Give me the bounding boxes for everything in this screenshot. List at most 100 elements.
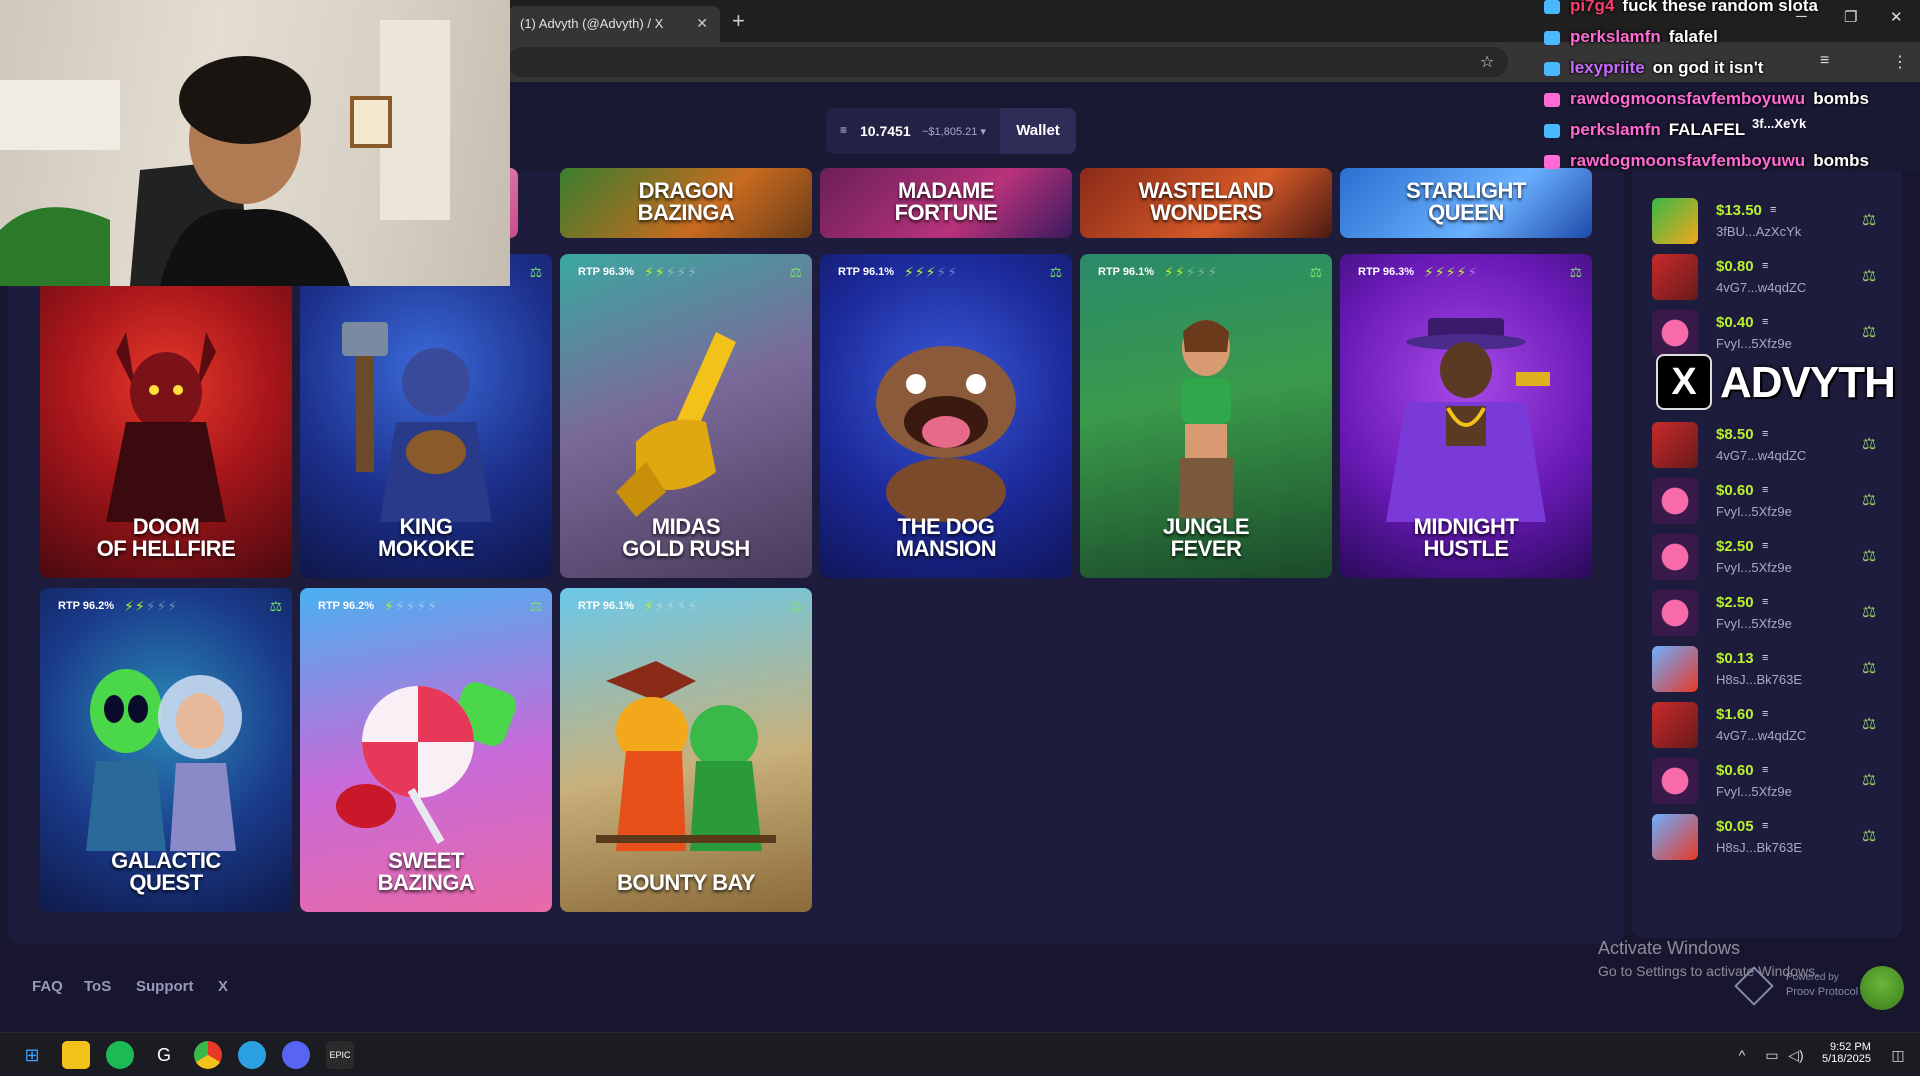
bet-row[interactable]: $0.40 ≡ FvyI...5Xfz9e ⚖ xyxy=(1652,308,1892,358)
fairness-icon[interactable]: ⚖ xyxy=(1862,490,1876,510)
windows-start-icon[interactable]: ⊞ xyxy=(18,1041,46,1069)
volatility-bolt-icon: ⚡ xyxy=(665,264,677,280)
volatility-bolt-icon: ⚡ xyxy=(665,598,677,614)
browser-tab[interactable]: (1) Advyth (@Advyth) / X ✕ xyxy=(508,6,720,42)
game-title: MADAME FORTUNE xyxy=(894,178,998,225)
file-explorer-icon[interactable] xyxy=(62,1041,90,1069)
bet-row[interactable]: $2.50 ≡ FvyI...5Xfz9e ⚖ xyxy=(1652,588,1892,638)
bet-row[interactable]: $13.50 ≡ 3fBU...AzXcYk ⚖ xyxy=(1652,196,1892,246)
bet-amount: $0.60 xyxy=(1716,762,1754,779)
footer-link-support[interactable]: Support xyxy=(136,978,194,995)
volatility-bolt-icon: ⚡ xyxy=(676,598,688,614)
spotify-icon[interactable] xyxy=(106,1041,134,1069)
powered-by-name: Proov Protocol xyxy=(1786,986,1859,998)
bet-user: FvyI...5Xfz9e xyxy=(1716,336,1792,351)
bet-user: 4vG7...w4qdZC xyxy=(1716,448,1807,463)
wallet-button[interactable]: Wallet xyxy=(1000,108,1076,154)
game-card-wasteland-wonders[interactable]: WASTELAND WONDERS xyxy=(1080,168,1332,238)
game-card-midas-gold-rush[interactable]: RTP 96.3% ⚡⚡⚡⚡⚡ ⚖ MIDAS GOLD RUSH xyxy=(560,254,812,578)
app-icon[interactable]: G xyxy=(150,1041,178,1069)
footer-link-tos[interactable]: ToS xyxy=(84,978,111,995)
chat-badge-icon xyxy=(1544,123,1560,138)
game-title: STARLIGHT QUEEN xyxy=(1406,178,1526,225)
volatility-rating: ⚡⚡⚡⚡⚡ xyxy=(904,264,958,281)
volatility-bolt-icon: ⚡ xyxy=(405,598,417,614)
bet-row[interactable]: $0.05 ≡ H8sJ...Bk763E ⚖ xyxy=(1652,812,1892,862)
fairness-icon[interactable]: ⚖ xyxy=(1862,658,1876,678)
volume-icon[interactable]: ◁) xyxy=(1782,1041,1810,1069)
game-card-starlight-queen[interactable]: STARLIGHT QUEEN xyxy=(1340,168,1592,238)
fairness-icon[interactable]: ⚖ xyxy=(1862,826,1876,846)
hustler-art-icon xyxy=(1386,318,1550,523)
bet-row[interactable]: $0.60 ≡ FvyI...5Xfz9e ⚖ xyxy=(1652,756,1892,806)
game-thumbnail xyxy=(1652,422,1698,468)
game-card-the-dog-mansion[interactable]: RTP 96.1% ⚡⚡⚡⚡⚡ ⚖ THE DOG MANSION xyxy=(820,254,1072,578)
bet-row[interactable]: $0.13 ≡ H8sJ...Bk763E ⚖ xyxy=(1652,644,1892,694)
game-card-doom-of-hellfire[interactable]: DOOM OF HELLFIRE xyxy=(40,254,292,578)
bookmark-star-icon[interactable]: ☆ xyxy=(1480,52,1494,72)
volatility-bolt-icon: ⚡ xyxy=(644,598,655,614)
tray-chevron-icon[interactable]: ^ xyxy=(1728,1041,1756,1069)
bet-user: 3fBU...AzXcYk xyxy=(1716,224,1802,239)
volatility-rating: ⚡⚡⚡⚡⚡ xyxy=(1164,264,1218,281)
sol-icon: ≡ xyxy=(1762,764,1769,776)
notifications-icon[interactable]: ◫ xyxy=(1884,1041,1912,1069)
chat-message: rawdogmoonsfavfemboyuwu bombs xyxy=(1544,89,1869,109)
powered-by-label: Powered by xyxy=(1786,972,1839,983)
bet-user: 4vG7...w4qdZC xyxy=(1716,280,1807,295)
bet-user: FvyI...5Xfz9e xyxy=(1716,784,1792,799)
volatility-bolt-icon: ⚡ xyxy=(394,598,406,614)
chat-badge-icon xyxy=(1544,0,1560,14)
new-tab-button[interactable]: + xyxy=(732,8,745,34)
volatility-bolt-icon: ⚡ xyxy=(914,264,926,280)
bet-row[interactable]: $0.80 ≡ 4vG7...w4qdZC ⚖ xyxy=(1652,252,1892,302)
discord-icon[interactable] xyxy=(282,1041,310,1069)
telegram-icon[interactable] xyxy=(238,1041,266,1069)
volatility-bolt-icon: ⚡ xyxy=(167,598,179,614)
sol-icon: ≡ xyxy=(1770,204,1777,216)
game-card-dragon-bazinga[interactable]: DRAGON BAZINGA xyxy=(560,168,812,238)
bet-user: FvyI...5Xfz9e xyxy=(1716,504,1792,519)
fairness-icon[interactable]: ⚖ xyxy=(1862,602,1876,622)
rtp-label: RTP 96.2% xyxy=(58,600,115,612)
footer-link-x[interactable]: X xyxy=(218,978,228,995)
bet-row[interactable]: $1.60 ≡ 4vG7...w4qdZC ⚖ xyxy=(1652,700,1892,750)
game-card-king-mokoke[interactable]: ⚖ KING MOKOKE xyxy=(300,254,552,578)
url-input[interactable] xyxy=(508,47,1508,77)
chat-username: rawdogmoonsfavfemboyuwu xyxy=(1570,151,1806,170)
game-card-midnight-hustle[interactable]: RTP 96.3% ⚡⚡⚡⚡⚡ ⚖ MIDNIGHT HUSTLE xyxy=(1340,254,1592,578)
fairness-icon[interactable]: ⚖ xyxy=(1862,714,1876,734)
fairness-icon[interactable]: ⚖ xyxy=(1862,266,1876,286)
footer-link-faq[interactable]: FAQ xyxy=(32,978,63,995)
tab-close-icon[interactable]: ✕ xyxy=(696,15,708,32)
fairness-icon[interactable]: ⚖ xyxy=(1862,322,1876,342)
game-card-sweet-bazinga[interactable]: RTP 96.2% ⚡⚡⚡⚡⚡ ⚖ SWEET BAZINGA xyxy=(300,588,552,912)
game-card-bounty-bay[interactable]: RTP 96.1% ⚡⚡⚡⚡⚡ ⚖ BOUNTY BAY xyxy=(560,588,812,912)
fairness-icon: ⚖ xyxy=(789,264,802,280)
fairness-icon[interactable]: ⚖ xyxy=(1862,434,1876,454)
game-title: THE DOG MANSION xyxy=(895,514,997,561)
epic-games-icon[interactable]: EPIC xyxy=(326,1041,354,1069)
game-thumbnail xyxy=(1652,646,1698,692)
fairness-icon[interactable]: ⚖ xyxy=(1862,770,1876,790)
games-grid: DRAGON BAZINGA MADAME FORTUNE WASTELAND … xyxy=(8,168,1624,944)
bet-row[interactable]: $0.60 ≡ FvyI...5Xfz9e ⚖ xyxy=(1652,476,1892,526)
game-card-galactic-quest[interactable]: RTP 96.2% ⚡⚡⚡⚡⚡ ⚖ GALACTIC QUEST xyxy=(40,588,292,912)
fairness-icon[interactable]: ⚖ xyxy=(1862,546,1876,566)
powered-by-badge[interactable]: Powered by Proov Protocol xyxy=(1734,966,1910,1016)
bet-user: 4vG7...w4qdZC xyxy=(1716,728,1807,743)
chat-badge-icon xyxy=(1544,92,1560,107)
taskbar-clock[interactable]: 9:52 PM 5/18/2025 xyxy=(1822,1041,1871,1065)
bet-amount: $8.50 xyxy=(1716,426,1754,443)
bet-row[interactable]: $2.50 ≡ FvyI...5Xfz9e ⚖ xyxy=(1652,532,1892,582)
bet-row[interactable]: $8.50 ≡ 4vG7...w4qdZC ⚖ xyxy=(1652,420,1892,470)
volatility-bolt-icon: ⚡ xyxy=(427,598,439,614)
chrome-icon[interactable] xyxy=(194,1041,222,1069)
volatility-bolt-icon: ⚡ xyxy=(687,598,699,614)
fairness-icon[interactable]: ⚖ xyxy=(1862,210,1876,230)
game-card-jungle-fever[interactable]: RTP 96.1% ⚡⚡⚡⚡⚡ ⚖ JUNGLE FEVER xyxy=(1080,254,1332,578)
wallet-address[interactable]: 3f...XeYk xyxy=(1752,116,1806,131)
game-card-madame-fortune[interactable]: MADAME FORTUNE xyxy=(820,168,1072,238)
fairness-icon: ⚖ xyxy=(789,598,802,614)
bet-amount: $0.40 xyxy=(1716,314,1754,331)
